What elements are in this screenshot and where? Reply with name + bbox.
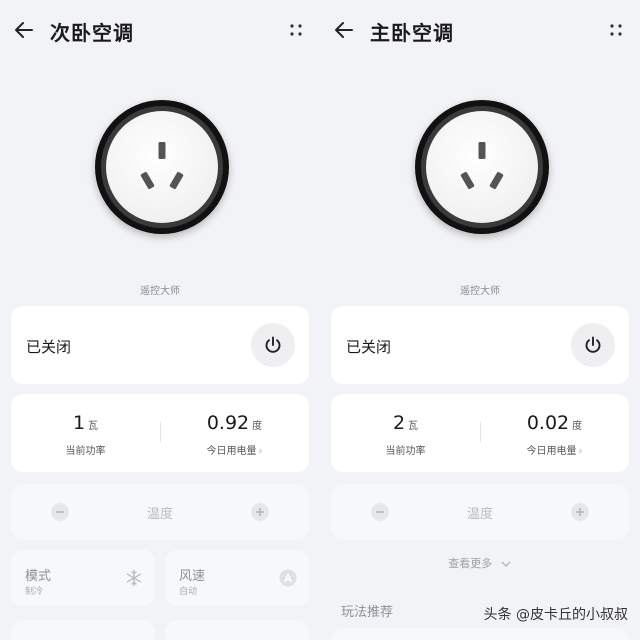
control-tile[interactable]	[11, 620, 155, 640]
socket-holes-icon	[140, 142, 184, 190]
plus-icon	[576, 508, 584, 516]
power-value: 2	[392, 412, 406, 434]
energy-label: 今日用电量	[526, 446, 577, 457]
remote-source-label: 遥控大师	[460, 286, 500, 297]
recommendations-card[interactable]	[331, 628, 629, 640]
energy-stats-card: 2瓦 当前功率 0.02 度 今日用电量 ›	[331, 394, 629, 472]
power-icon	[265, 336, 281, 353]
control-tile[interactable]	[165, 620, 309, 640]
power-button[interactable]	[571, 323, 615, 367]
fan-speed-value: 自动	[179, 587, 198, 597]
power-value: 1	[72, 412, 86, 434]
page-title: 主卧空调	[370, 21, 454, 45]
chevron-right-icon: ›	[258, 446, 263, 457]
right-device-panel: 主卧空调 遥控大师 已关闭 2瓦 当前功率 0.02 度 今日用电量 › 温度 …	[320, 0, 640, 640]
power-status-card: 已关闭	[331, 306, 629, 384]
fan-speed-tile[interactable]: 风速 自动	[165, 550, 309, 606]
more-dots-icon[interactable]	[284, 18, 308, 42]
temperature-increase-button[interactable]	[251, 503, 269, 521]
socket-holes-icon	[460, 142, 504, 190]
recommendations-heading: 玩法推荐	[341, 605, 394, 620]
power-status-card: 已关闭	[11, 306, 309, 384]
temperature-control: 温度	[11, 484, 309, 540]
energy-label: 今日用电量	[206, 446, 257, 457]
power-button[interactable]	[251, 323, 295, 367]
energy-stats-card: 1瓦 当前功率 0.92 度 今日用电量 ›	[11, 394, 309, 472]
today-energy-stat[interactable]: 0.92 度 今日用电量 ›	[160, 394, 309, 472]
more-dots-icon[interactable]	[604, 18, 628, 42]
smart-plug-image	[415, 100, 549, 234]
power-icon	[585, 336, 601, 353]
top-bar: 次卧空调	[0, 0, 320, 62]
energy-unit: 度	[252, 421, 263, 432]
chevron-down-icon	[501, 561, 511, 567]
back-arrow-icon[interactable]	[330, 16, 358, 44]
page-title: 次卧空调	[50, 21, 134, 45]
see-more-label: 查看更多	[448, 557, 493, 570]
watermark-text: 头条 @皮卡丘的小叔叔	[483, 607, 628, 623]
fan-speed-label: 风速	[179, 569, 206, 584]
left-device-panel: 次卧空调 遥控大师 已关闭 1瓦 当前功率 0.92 度 今日用电量 › 温度 …	[0, 0, 320, 640]
chevron-right-icon: ›	[578, 446, 583, 457]
plus-icon	[256, 508, 264, 516]
smart-plug-image	[95, 100, 229, 234]
auto-a-icon	[279, 569, 297, 587]
see-more-link[interactable]: 查看更多	[320, 555, 640, 571]
status-text: 已关闭	[346, 338, 392, 356]
snowflake-icon	[126, 569, 142, 587]
power-unit: 瓦	[408, 421, 419, 432]
temperature-control: 温度	[331, 484, 629, 540]
status-text: 已关闭	[26, 338, 72, 356]
mode-label: 模式	[25, 569, 52, 584]
today-energy-stat[interactable]: 0.02 度 今日用电量 ›	[480, 394, 629, 472]
energy-value: 0.92	[206, 412, 250, 434]
remote-source-label: 遥控大师	[140, 286, 180, 297]
top-bar: 主卧空调	[320, 0, 640, 62]
energy-unit: 度	[572, 421, 583, 432]
mode-value: 制冷	[25, 587, 44, 597]
energy-value: 0.02	[526, 412, 570, 434]
power-unit: 瓦	[88, 421, 99, 432]
temperature-increase-button[interactable]	[571, 503, 589, 521]
current-power-stat: 2瓦 当前功率	[331, 394, 480, 472]
power-label: 当前功率	[385, 446, 426, 457]
back-arrow-icon[interactable]	[10, 16, 38, 44]
mode-tile[interactable]: 模式 制冷	[11, 550, 155, 606]
current-power-stat: 1瓦 当前功率	[11, 394, 160, 472]
power-label: 当前功率	[65, 446, 106, 457]
